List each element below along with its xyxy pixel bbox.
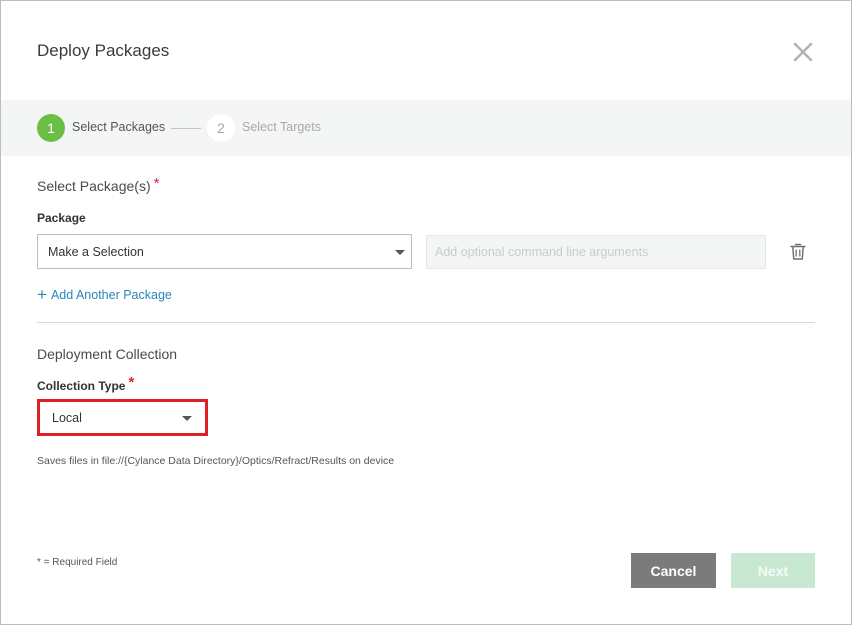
trash-icon xyxy=(790,243,806,260)
plus-icon: + xyxy=(37,285,47,304)
step-2-label: Select Targets xyxy=(242,120,321,134)
caret-down-icon xyxy=(395,250,405,255)
caret-down-icon xyxy=(182,416,192,421)
select-packages-heading: Select Package(s) * xyxy=(37,175,160,195)
add-another-package-label: Add Another Package xyxy=(50,288,172,302)
collection-type-select[interactable]: Local xyxy=(37,399,208,436)
section-divider xyxy=(37,322,815,323)
required-field-note: * = Required Field xyxy=(37,557,118,568)
deployment-collection-heading: Deployment Collection xyxy=(37,346,178,362)
cancel-button[interactable]: Cancel xyxy=(631,553,716,588)
collection-type-label: Collection Type * xyxy=(37,374,135,394)
step-1-label: Select Packages xyxy=(72,120,166,134)
collection-type-value: Local xyxy=(52,410,82,425)
add-another-package-link[interactable]: + Add Another Package xyxy=(37,284,172,304)
dialog-title: Deploy Packages xyxy=(37,41,170,60)
required-marker: * xyxy=(153,175,160,192)
step-1-indicator: 1 xyxy=(37,114,65,142)
step-connector xyxy=(171,128,201,129)
deploy-packages-dialog: Deploy Packages 1 Select Packages 2 Sele… xyxy=(0,0,852,625)
wizard-steps: 1 Select Packages 2 Select Targets xyxy=(1,100,851,156)
next-button[interactable]: Next xyxy=(731,553,815,588)
select-packages-heading-text: Select Package(s) xyxy=(37,178,151,194)
collection-hint-text: Saves files in file://{Cylance Data Dire… xyxy=(37,455,395,467)
step-2-indicator: 2 xyxy=(207,114,235,142)
command-line-args-input[interactable] xyxy=(426,235,766,269)
package-field-label: Package xyxy=(37,211,86,225)
close-button[interactable] xyxy=(790,39,816,65)
package-select-value: Make a Selection xyxy=(48,244,144,259)
close-icon xyxy=(793,42,813,62)
required-marker: * xyxy=(128,374,135,391)
delete-package-button[interactable] xyxy=(789,242,807,262)
collection-type-label-text: Collection Type xyxy=(37,379,126,393)
package-select[interactable]: Make a Selection xyxy=(37,234,412,269)
